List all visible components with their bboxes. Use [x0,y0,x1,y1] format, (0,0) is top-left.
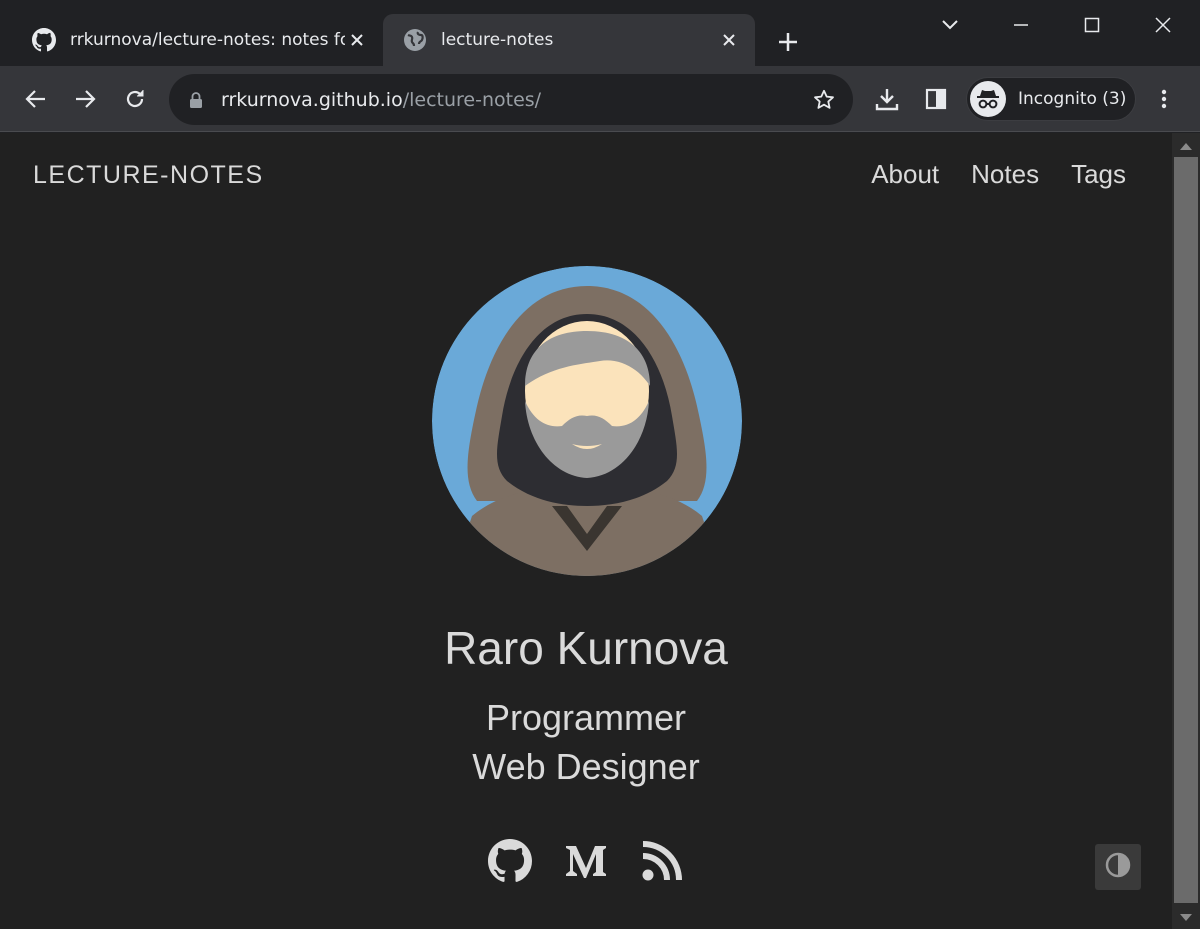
maximize-icon[interactable] [1077,10,1107,40]
lock-icon[interactable] [187,91,205,109]
url-host: rrkurnova.github.io [221,88,403,111]
tab-github[interactable]: rrkurnova/lecture-notes: notes fo [0,14,383,66]
github-icon [32,28,56,52]
minimize-icon[interactable] [1006,10,1036,40]
tab-search-chevron-down-icon[interactable] [935,10,965,40]
profile-role: Web Designer [472,746,700,787]
scroll-up-arrow-icon[interactable] [1180,143,1192,150]
incognito-label: Incognito (3) [1018,89,1127,109]
tab-title: rrkurnova/lecture-notes: notes fo [70,30,345,50]
new-tab-button[interactable] [774,28,802,56]
bookmark-star-icon[interactable] [809,85,839,115]
address-bar[interactable]: rrkurnova.github.io/lecture-notes/ [169,74,853,125]
side-panel-icon[interactable] [921,84,951,114]
profile-avatar [432,266,742,576]
menu-kebab-icon[interactable] [1149,84,1179,114]
incognito-profile-button[interactable]: Incognito (3) [966,77,1136,121]
close-icon[interactable] [345,28,369,52]
site-title[interactable]: LECTURE-NOTES [33,161,264,190]
url-text: rrkurnova.github.io/lecture-notes/ [221,89,809,111]
reload-icon[interactable] [120,84,150,114]
nav-notes[interactable]: Notes [971,159,1039,190]
forward-arrow-icon[interactable] [70,84,100,114]
globe-icon [403,28,427,52]
incognito-icon [970,81,1006,117]
url-path: /lecture-notes/ [402,88,542,111]
page-scrollbar[interactable] [1172,133,1200,929]
social-links [0,838,1172,884]
profile-name: Raro Kurnova [444,622,728,674]
nav-about[interactable]: About [871,159,939,190]
nav-tags[interactable]: Tags [1071,159,1126,190]
tab-lecture-notes[interactable]: lecture-notes [383,14,755,66]
tab-strip: rrkurnova/lecture-notes: notes fo lectur… [0,0,1200,66]
tab-title: lecture-notes [441,30,554,50]
scroll-down-arrow-icon[interactable] [1180,914,1192,921]
back-arrow-icon[interactable] [21,84,51,114]
web-page: LECTURE-NOTES About Notes Tags Raro Kurn… [0,133,1172,929]
scroll-thumb[interactable] [1174,157,1198,903]
close-icon[interactable] [717,28,741,52]
site-nav: About Notes Tags [871,159,1126,190]
contrast-icon [1105,852,1131,882]
rss-icon[interactable] [639,838,685,884]
theme-toggle-button[interactable] [1095,844,1141,890]
window-close-icon[interactable] [1148,10,1178,40]
github-icon[interactable] [487,838,533,884]
medium-icon[interactable] [563,838,609,884]
browser-toolbar: rrkurnova.github.io/lecture-notes/ Incog… [0,66,1200,132]
profile-role: Programmer [485,697,687,738]
download-icon[interactable] [872,84,902,114]
